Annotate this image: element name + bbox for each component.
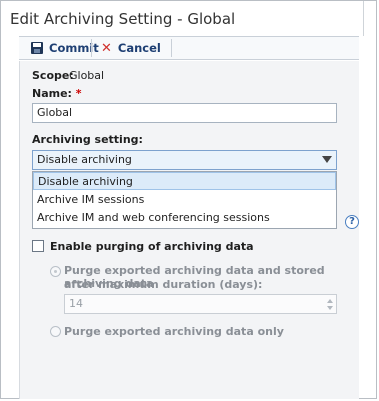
enable-purging-label: Enable purging of archiving data — [50, 240, 254, 253]
scope-value: Global — [69, 69, 105, 82]
window-title: Edit Archiving Setting - Global — [10, 10, 236, 28]
toolbar: Commit ✕ Cancel — [19, 36, 359, 60]
max-duration-input[interactable]: 14 — [64, 294, 337, 314]
toolbar-separator — [171, 39, 172, 57]
cancel-button[interactable]: ✕ Cancel — [101, 37, 161, 59]
name-label: Name: * — [32, 87, 82, 100]
title-divider — [363, 1, 364, 36]
archiving-setting-select[interactable]: Disable archiving — [32, 150, 337, 170]
save-icon — [31, 42, 43, 54]
chevron-down-icon[interactable] — [322, 156, 332, 163]
archiving-setting-label: Archiving setting: — [32, 133, 143, 146]
help-icon[interactable]: ? — [345, 215, 359, 229]
toolbar-separator — [91, 39, 92, 57]
enable-purging-checkbox[interactable] — [32, 240, 44, 252]
spin-down-icon[interactable] — [327, 306, 333, 310]
spin-up-icon[interactable] — [327, 299, 333, 303]
max-duration-value: 14 — [69, 297, 83, 310]
name-label-text: Name: — [32, 87, 72, 100]
archiving-selected-value: Disable archiving — [37, 153, 132, 166]
option-archive-im[interactable]: Archive IM sessions — [33, 191, 336, 209]
option-archive-im-web[interactable]: Archive IM and web conferencing sessions — [33, 209, 336, 227]
required-marker: * — [75, 87, 82, 100]
dialog-window: Edit Archiving Setting - Global Commit ✕… — [0, 0, 377, 399]
cancel-button-label: Cancel — [117, 41, 161, 55]
archiving-options-list: Disable archiving Archive IM sessions Ar… — [32, 171, 337, 229]
form-panel: Scope: Global Name: * Global Archiving s… — [19, 61, 359, 399]
purge-all-label-line2: after maximum duration (days): — [64, 278, 263, 291]
option-disable-archiving[interactable]: Disable archiving — [33, 172, 336, 190]
purge-all-radio[interactable] — [50, 266, 61, 277]
purge-exported-only-radio[interactable] — [50, 326, 61, 337]
purge-exported-only-label: Purge exported archiving data only — [64, 325, 284, 338]
commit-button[interactable]: Commit — [31, 37, 99, 59]
close-icon: ✕ — [101, 40, 112, 56]
name-input[interactable]: Global — [32, 103, 337, 123]
scope-label: Scope: — [32, 69, 74, 82]
